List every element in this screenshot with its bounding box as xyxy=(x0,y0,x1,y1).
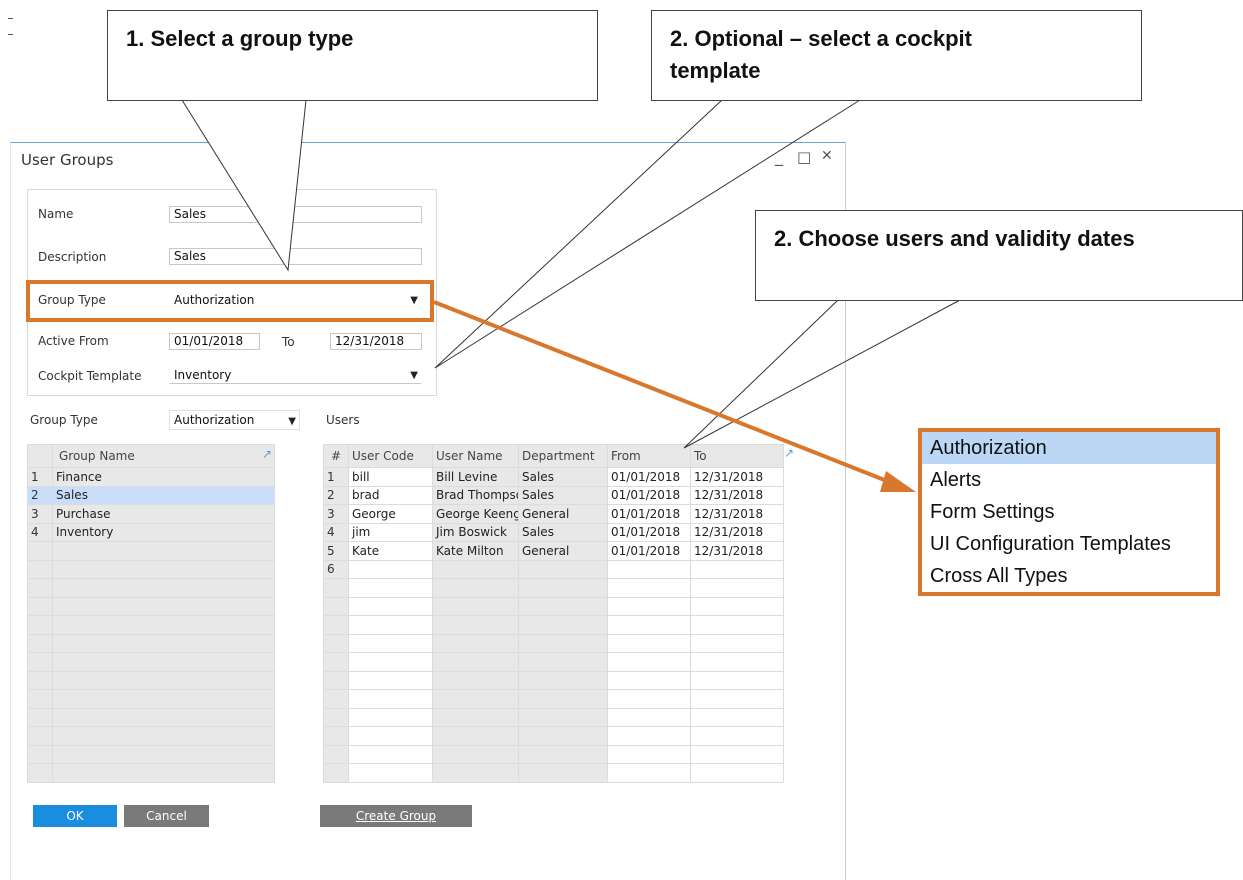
callout-3-pointer xyxy=(683,299,961,449)
dropdown-option[interactable]: Form Settings xyxy=(922,496,1216,528)
callout-2-text-line2: template xyxy=(670,58,761,83)
orange-arrow-head xyxy=(880,471,916,492)
dropdown-option[interactable]: Cross All Types xyxy=(922,560,1216,592)
callout-choose-users: 2. Choose users and validity dates xyxy=(755,210,1243,301)
group-type-dropdown-list: Authorization Alerts Form Settings UI Confi… xyxy=(918,428,1220,596)
callout-cockpit-template: 2. Optional – select a cockpit template xyxy=(651,10,1142,101)
callout-3-text: 2. Choose users and validity dates xyxy=(774,226,1135,251)
callout-2-text-line1: 2. Optional – select a cockpit xyxy=(670,26,972,51)
dropdown-option[interactable]: Authorization xyxy=(922,432,1216,464)
orange-arrow-line xyxy=(433,300,893,485)
dropdown-option[interactable]: Alerts xyxy=(922,464,1216,496)
callout-select-group-type: 1. Select a group type xyxy=(107,10,598,101)
callout-1-pointer xyxy=(181,99,307,272)
callout-1-text: 1. Select a group type xyxy=(126,26,354,51)
dropdown-option[interactable]: UI Configuration Templates xyxy=(922,528,1216,560)
